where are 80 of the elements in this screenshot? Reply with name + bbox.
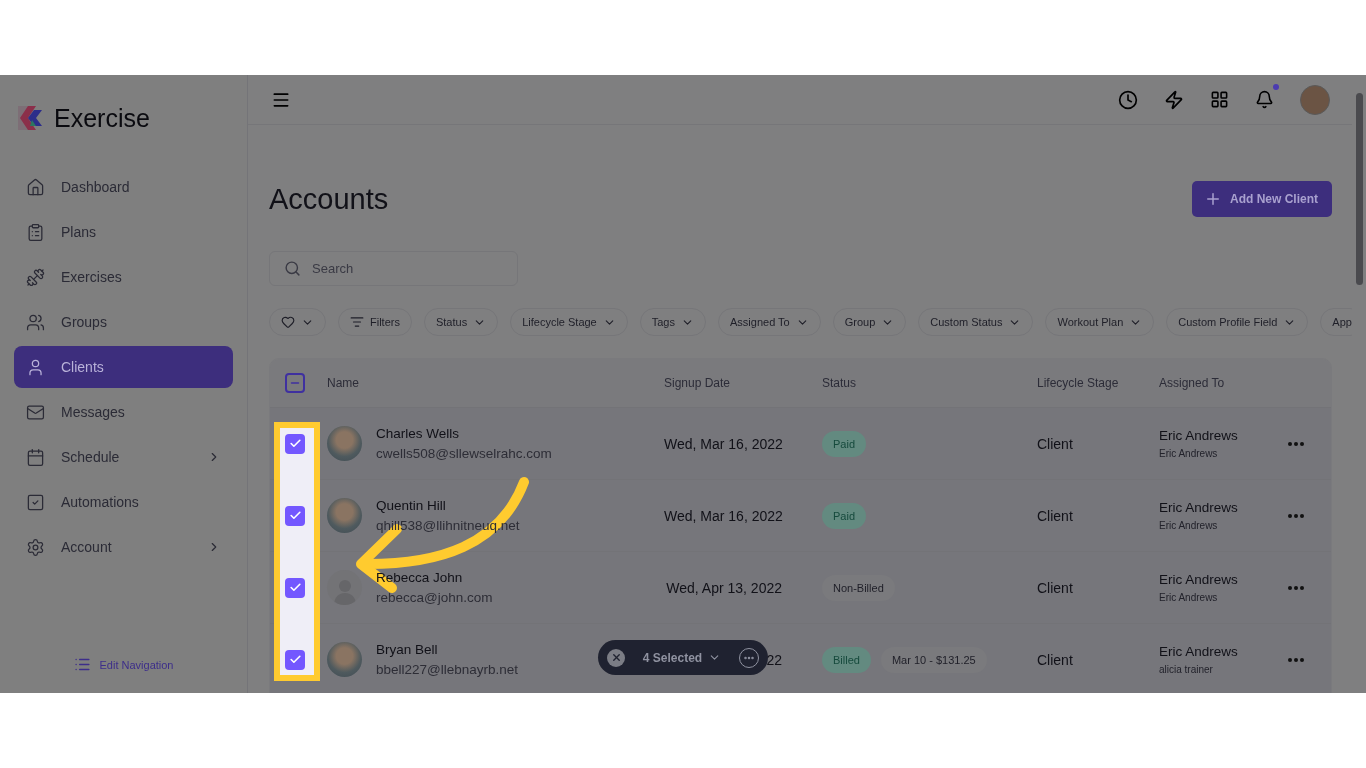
assigned-subtext: alicia trainer — [1159, 664, 1214, 675]
signup-date: 22 — [766, 651, 782, 668]
client-email: cwells508@sllewselrahc.com — [376, 446, 552, 461]
row-checkbox[interactable] — [285, 577, 305, 598]
status-badge: Paid — [822, 430, 867, 457]
status-badge: Non-Billed — [822, 574, 895, 601]
grid-icon[interactable] — [1210, 90, 1229, 109]
check-icon — [288, 509, 302, 522]
column-header: Status — [822, 376, 858, 390]
close-icon — [610, 652, 622, 663]
selected-count-dropdown[interactable]: 4 Selected — [636, 649, 728, 666]
column-header: Signup Date — [664, 376, 732, 390]
edit-navigation-link[interactable]: Edit Navigation — [14, 656, 233, 673]
row-checkbox[interactable] — [285, 649, 305, 670]
lifecycle-stage: Client — [1037, 435, 1074, 452]
settings-icon — [26, 537, 45, 557]
nav-item[interactable]: Clients — [14, 346, 233, 388]
brand-name: Exercise — [54, 103, 150, 133]
clipboard-icon — [26, 222, 45, 242]
user-icon — [26, 357, 45, 377]
calendar-icon — [26, 447, 45, 467]
column-header: Assigned To — [1159, 376, 1226, 390]
nav-item[interactable]: Plans — [14, 211, 233, 253]
status-badge: Paid — [822, 502, 867, 529]
clear-selection-button[interactable] — [607, 648, 625, 667]
check-icon — [288, 437, 302, 450]
client-email: rebecca@john.com — [376, 590, 493, 605]
client-email: bbell227@llebnayrb.net — [376, 662, 519, 677]
billing-badge: Mar 10 - $131.25 — [880, 646, 987, 673]
nav-item[interactable]: Account — [14, 526, 233, 568]
users-icon — [26, 312, 45, 332]
check-icon — [288, 653, 302, 666]
signup-date: Wed, Mar 16, 2022 — [664, 435, 783, 452]
nav-item[interactable]: Schedule — [14, 436, 233, 478]
lifecycle-stage: Client — [1037, 651, 1074, 668]
clock-icon[interactable] — [1118, 89, 1138, 110]
nav-item[interactable]: Messages — [14, 391, 233, 433]
assigned-trainer: Eric Andrews — [1159, 428, 1239, 443]
checkbox-icon — [26, 492, 45, 512]
lifecycle-stage: Client — [1037, 579, 1074, 596]
row-checkbox[interactable] — [285, 505, 305, 526]
column-header: Lifecycle Stage — [1037, 376, 1120, 390]
assigned-trainer: Eric Andrews — [1159, 572, 1239, 587]
column-header: Name — [326, 376, 360, 390]
heart-icon — [281, 315, 295, 329]
bell-icon[interactable] — [1255, 90, 1274, 109]
nav-item[interactable]: Exercises — [14, 256, 233, 298]
assigned-trainer: Eric Andrews — [1159, 500, 1239, 515]
client-name[interactable]: Quentin Hill — [376, 498, 446, 513]
signup-date: Wed, Apr 13, 2022 — [666, 579, 782, 596]
search-icon — [284, 260, 301, 277]
list-icon — [73, 656, 91, 673]
plus-icon — [1204, 190, 1222, 208]
dumbbell-icon — [26, 267, 45, 287]
ellipsis-icon — [1288, 585, 1304, 590]
filter-icon — [350, 315, 364, 329]
row-checkbox[interactable] — [285, 433, 305, 454]
page-title: Accounts — [269, 182, 389, 216]
signup-date: Wed, Mar 16, 2022 — [664, 507, 783, 524]
assigned-subtext: Eric Andrews — [1159, 448, 1219, 459]
assigned-subtext: Eric Andrews — [1159, 592, 1219, 603]
lifecycle-stage: Client — [1037, 507, 1074, 524]
client-name[interactable]: Bryan Bell — [376, 642, 438, 657]
home-icon — [26, 177, 45, 197]
ellipsis-icon — [1288, 657, 1304, 662]
search-field[interactable]: Search — [269, 251, 518, 286]
nav-item[interactable]: Dashboard — [14, 166, 233, 208]
check-icon — [288, 581, 302, 594]
client-name[interactable]: Charles Wells — [376, 426, 460, 441]
add-client-button[interactable]: Add New Client — [1192, 181, 1332, 217]
ellipsis-icon — [1288, 441, 1304, 446]
ellipsis-icon — [1288, 513, 1304, 518]
nav-item[interactable]: Groups — [14, 301, 233, 343]
logo-icon — [16, 104, 44, 132]
status-badge: Billed — [822, 646, 871, 673]
nav-item[interactable]: Automations — [14, 481, 233, 523]
assigned-trainer: Eric Andrews — [1159, 644, 1239, 659]
lightning-icon[interactable] — [1164, 89, 1184, 110]
assigned-subtext: Eric Andrews — [1159, 520, 1219, 531]
table-row[interactable]: Charles Wells cwells508@sllewselrahc.com Wed, Mar 16, 2022 Paid Client Eric Andrews Eric Andrews — [270, 408, 1331, 480]
